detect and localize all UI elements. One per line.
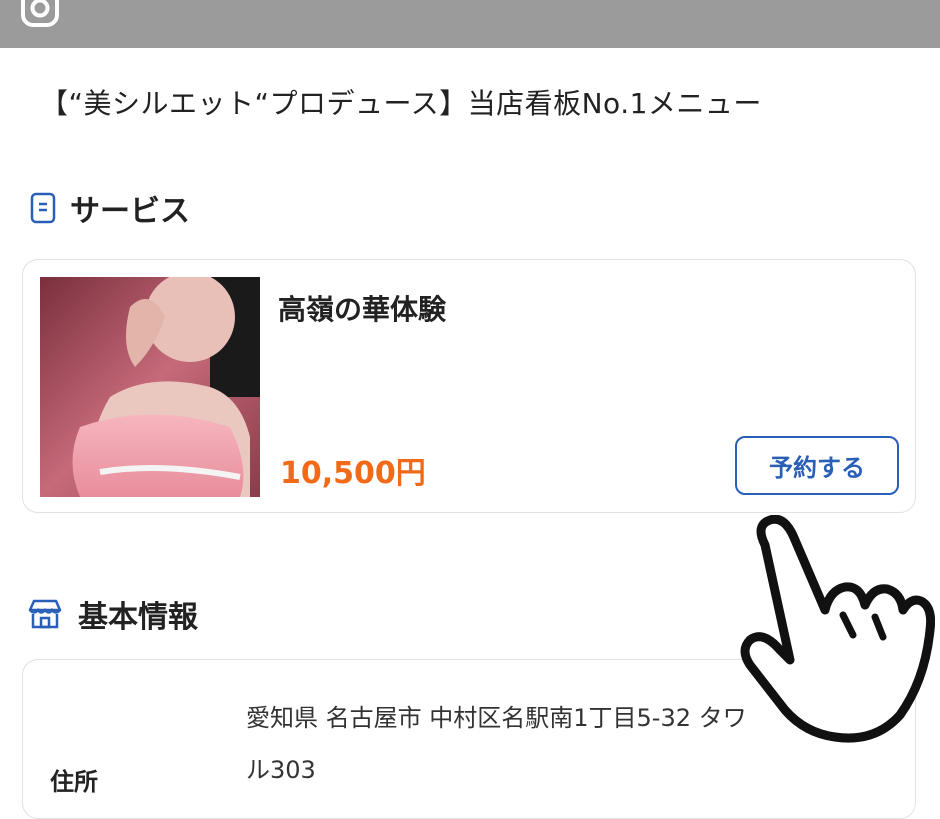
basic-info-heading: 基本情報 <box>26 592 198 636</box>
services-heading: サービス <box>30 186 190 230</box>
instagram-icon[interactable] <box>20 0 60 28</box>
address-value-line1: 愛知県 名古屋市 中村区名駅南1丁目5-32 タワ <box>246 704 747 732</box>
address-value-line2: ル303 <box>246 756 316 784</box>
service-name[interactable]: 高嶺の華体験 <box>278 288 446 328</box>
top-bar <box>0 0 940 48</box>
address-label: 住所 <box>50 768 98 796</box>
service-price: 10,500円 <box>280 456 426 491</box>
store-icon <box>28 599 62 629</box>
tap-hand-icon <box>740 515 935 743</box>
shop-headline: 【“美シルエット“プロデュース】当店看板No.1メニュー <box>40 87 762 120</box>
basic-info-title: 基本情報 <box>78 600 198 635</box>
services-title: サービス <box>70 194 190 229</box>
service-thumbnail[interactable] <box>40 277 260 497</box>
reserve-button[interactable]: 予約する <box>735 436 899 495</box>
document-icon <box>30 192 56 224</box>
